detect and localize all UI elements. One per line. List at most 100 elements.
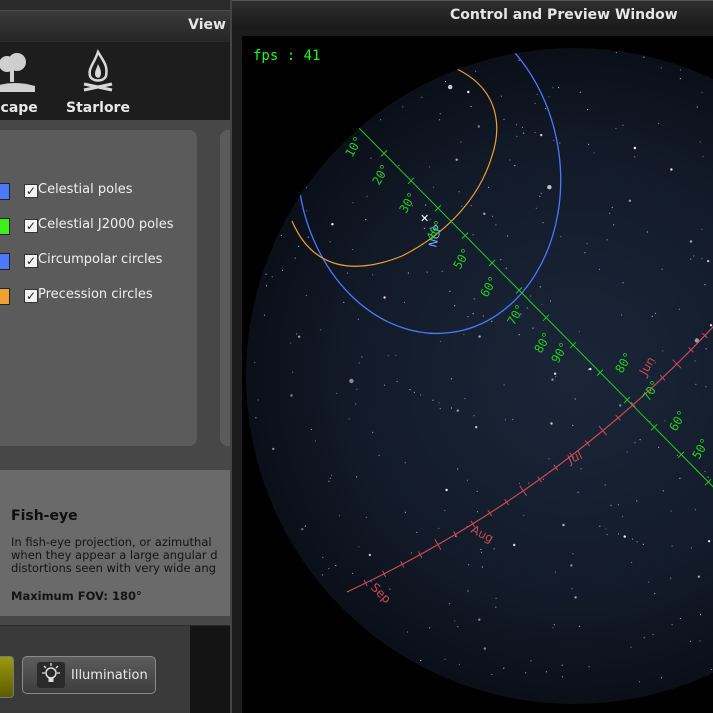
star [392,655,394,657]
illumination-button[interactable]: Illumination [22,656,156,694]
star [331,223,334,226]
star [320,329,322,331]
star [478,335,481,338]
color-swatch[interactable] [0,218,10,235]
star [542,222,544,224]
star [397,54,399,56]
star [503,384,505,386]
marking-precession-circles[interactable]: ✓ Precession circles [0,286,200,308]
sky-view[interactable]: ✕ NCP 10° 20° 30° 40° 50° 60° 70° 80° 90… [242,36,713,713]
view-titlebar[interactable]: View [0,10,232,41]
star [413,391,415,393]
checkbox[interactable]: ✓ [24,184,38,198]
star [460,141,462,143]
control-titlebar[interactable]: Control and Preview Window [232,0,713,29]
star [662,490,664,492]
star [407,272,409,274]
star [579,91,581,93]
star [409,389,411,391]
star [402,106,404,108]
star [467,316,469,318]
star [286,686,289,689]
star [710,668,712,671]
star [440,340,442,342]
star [260,566,265,572]
tab-starlore[interactable]: Starlore [58,42,138,120]
star [660,67,662,69]
view-tabbar: scape Starlore [0,42,232,120]
star [277,109,279,111]
star [322,702,324,704]
star [704,284,706,286]
star [689,640,692,642]
star [572,553,574,555]
star [558,87,560,89]
marking-celestial-poles[interactable]: ✓ Celestial poles [0,181,200,203]
star [480,548,482,551]
star [329,614,331,616]
star [470,205,472,207]
star [429,218,431,220]
star [439,113,441,115]
star [628,199,632,202]
checkbox[interactable]: ✓ [24,289,38,303]
star [670,577,672,579]
star [652,633,654,636]
star [272,447,275,451]
ncp-marker: ✕ [420,212,429,225]
star [381,711,382,712]
star [550,422,553,425]
sky-canvas[interactable]: ✕ NCP 10° 20° 30° 40° 50° 60° 70° 80° 90… [242,36,713,713]
star [622,515,624,517]
star [451,378,453,380]
star [500,259,502,261]
star [679,78,681,80]
previous-button[interactable] [0,656,14,698]
star [403,301,406,303]
star [574,398,576,400]
star [588,666,590,668]
star [343,301,345,303]
markings-group: ✓ Celestial poles ✓ Celestial J2000 pole… [0,130,197,446]
star [310,428,312,431]
marking-circumpolar-circles[interactable]: ✓ Circumpolar circles [0,251,200,273]
star [420,394,422,396]
star [294,257,296,259]
checkbox[interactable]: ✓ [24,219,38,233]
star [695,383,697,385]
star [398,164,400,167]
star [551,378,554,381]
tab-landscape[interactable]: scape [0,42,60,120]
star [244,426,245,427]
star [580,468,582,470]
marking-label: Precession circles [38,287,153,302]
projection-description: Fish-eye In fish-eye projection, or azim… [0,470,232,616]
color-swatch[interactable] [0,183,10,200]
checkbox[interactable]: ✓ [24,254,38,268]
star [421,96,423,98]
color-swatch[interactable] [0,253,10,270]
star [703,701,705,703]
star [572,424,574,426]
campfire-icon [83,49,113,92]
star [457,468,459,470]
star [662,350,664,352]
tab-label: scape [0,100,38,116]
star [632,538,634,540]
star [324,68,327,72]
star [691,37,692,38]
star [328,480,330,482]
star [613,224,615,226]
star [545,108,547,110]
star [498,52,500,54]
star [699,141,701,143]
view-window: View ✕ scape Starlore ✓ [0,0,232,713]
star [265,285,268,287]
star [518,59,520,61]
star [648,581,650,583]
color-swatch[interactable] [0,288,10,305]
star [473,415,475,417]
star [314,440,317,442]
marking-celestial-j2000-poles[interactable]: ✓ Celestial J2000 poles [0,216,200,238]
star [449,603,451,605]
